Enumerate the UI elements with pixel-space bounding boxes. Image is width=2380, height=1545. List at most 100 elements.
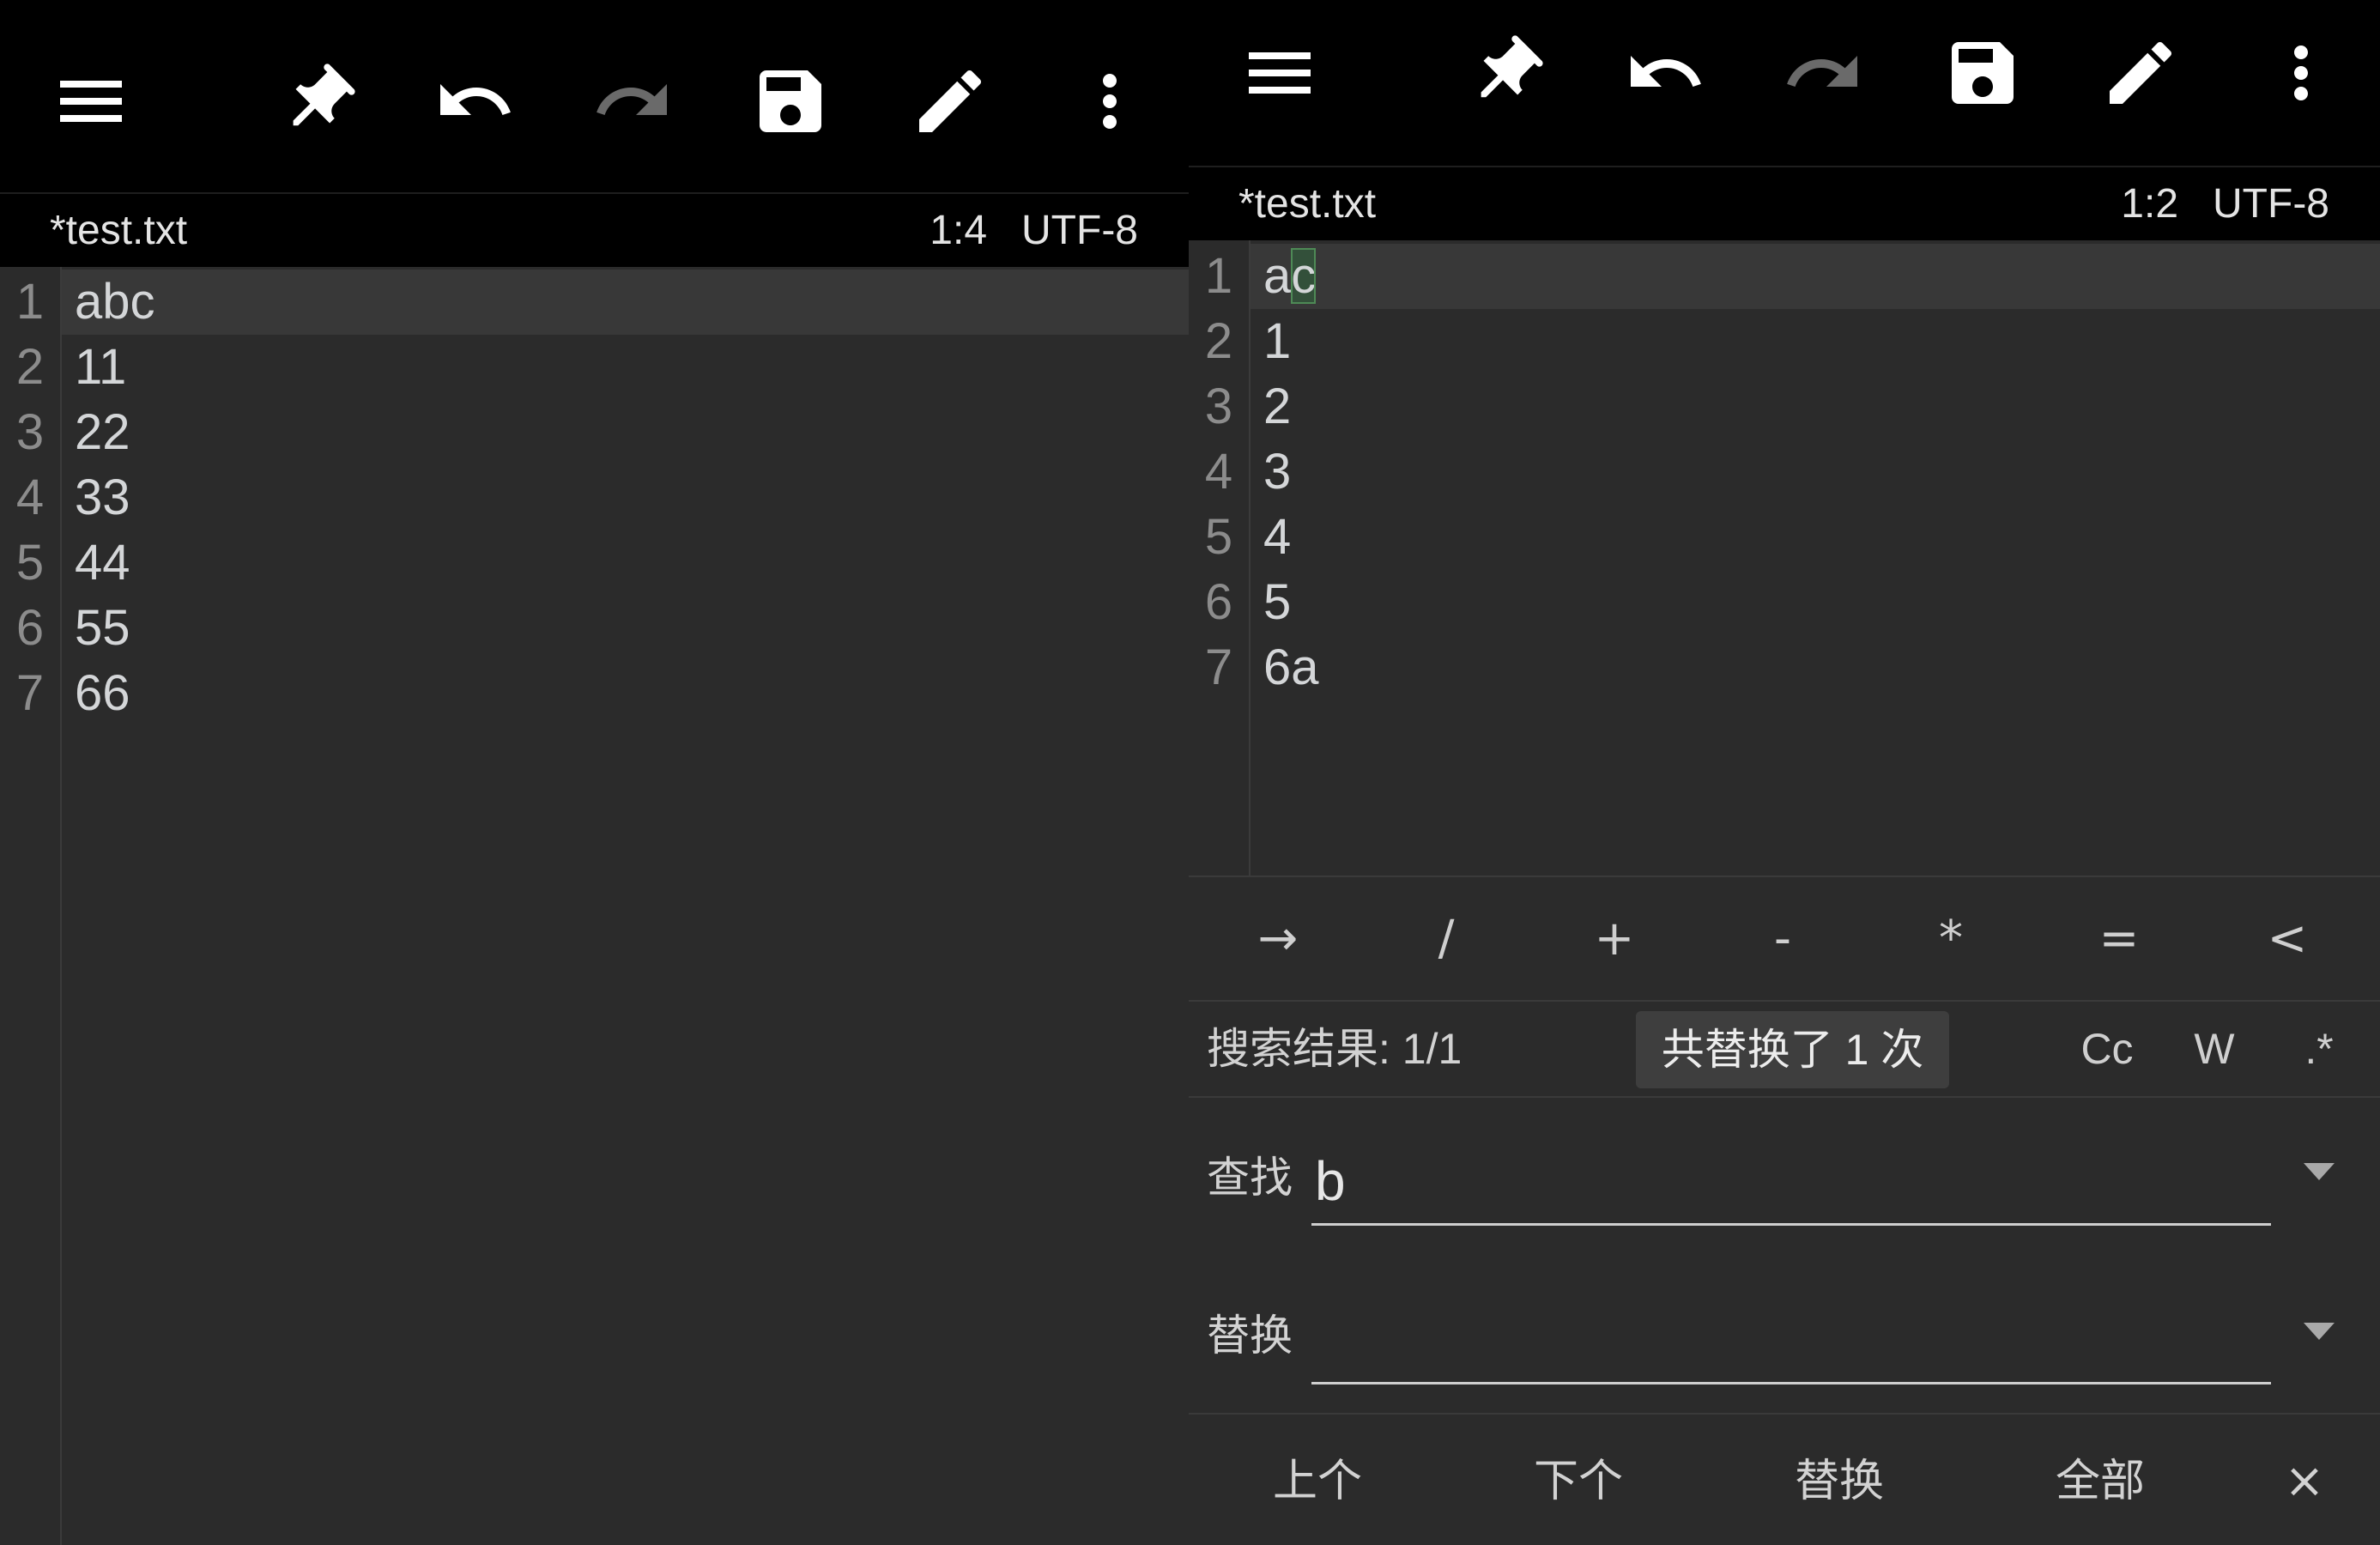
- editor-line[interactable]: 43: [1189, 439, 2380, 505]
- find-label: 查找: [1207, 1154, 1293, 1202]
- replace-input[interactable]: [1311, 1297, 2271, 1384]
- line-text[interactable]: 6a: [1263, 635, 1319, 700]
- editor-line[interactable]: 54: [1189, 505, 2380, 570]
- editor-line[interactable]: 21: [1189, 309, 2380, 374]
- line-text[interactable]: 1: [1263, 309, 1291, 374]
- symbol-bar: → / + - * = <: [1194, 877, 2371, 1000]
- editor-line[interactable]: 3 22: [0, 400, 1189, 465]
- symbol-key-equals[interactable]: =: [2035, 877, 2203, 1000]
- editor-pane-right: *test.txt 1:2 UTF-8 1 ac 21 32 43 54 65 7…: [1189, 0, 2380, 1545]
- regex-toggle[interactable]: .*: [2276, 1002, 2362, 1096]
- line-text[interactable]: abc: [75, 270, 155, 335]
- line-number: 7: [1204, 639, 1233, 695]
- editor-pane-left: *test.txt 1:4 UTF-8 1 abc 2 11 3 22 4 33 5 44…: [0, 0, 1189, 1545]
- redo-button[interactable]: [591, 60, 674, 142]
- text-editor[interactable]: 1 abc 2 11 3 22 4 33 5 44 6 55 7 66: [0, 267, 1189, 1545]
- more-vert-icon: [1069, 60, 1151, 142]
- pin-button[interactable]: [1464, 32, 1547, 114]
- more-vert-icon: [2260, 32, 2342, 114]
- line-text[interactable]: 33: [75, 465, 130, 530]
- editor-line[interactable]: 65: [1189, 570, 2380, 635]
- status-bar: *test.txt 1:2 UTF-8: [1189, 167, 2380, 240]
- close-search-button[interactable]: ×: [2262, 1418, 2347, 1545]
- dropdown-arrow-icon: [2304, 1323, 2335, 1340]
- edit-button[interactable]: [909, 60, 991, 142]
- edit-button[interactable]: [2099, 32, 2182, 114]
- line-number: 7: [15, 665, 45, 721]
- line-text[interactable]: 55: [75, 596, 130, 661]
- line-text[interactable]: 11: [75, 335, 126, 400]
- editor-line[interactable]: 1 abc: [0, 270, 1189, 335]
- replace-label: 替换: [1207, 1312, 1293, 1360]
- line-number: 2: [1204, 313, 1233, 369]
- menu-button[interactable]: [50, 60, 132, 142]
- more-options-button[interactable]: [1069, 60, 1151, 142]
- undo-icon: [433, 60, 516, 142]
- encoding-label[interactable]: UTF-8: [1021, 194, 1138, 267]
- save-icon: [749, 60, 832, 142]
- file-name[interactable]: *test.txt: [50, 194, 187, 267]
- text-editor[interactable]: 1 ac 21 32 43 54 65 7 6a: [1189, 240, 2380, 876]
- line-number: 5: [15, 535, 45, 591]
- line-number: 2: [15, 339, 45, 395]
- redo-button[interactable]: [1782, 32, 1864, 114]
- search-result-count: 搜索结果: 1/1: [1207, 1025, 1463, 1073]
- line-number: 4: [1204, 444, 1233, 500]
- line-text[interactable]: 44: [75, 530, 130, 596]
- symbol-key-asterisk[interactable]: *: [1867, 877, 2035, 1000]
- editor-line[interactable]: 1 ac: [1189, 244, 2380, 309]
- replace-toast: 共替换了 1 次: [1636, 1011, 1949, 1088]
- line-text[interactable]: 3: [1263, 439, 1291, 505]
- save-button[interactable]: [1941, 32, 2024, 114]
- line-text[interactable]: 4: [1263, 505, 1291, 570]
- whole-word-toggle[interactable]: W: [2171, 1002, 2257, 1096]
- editor-line[interactable]: 2 11: [0, 335, 1189, 400]
- editor-line[interactable]: 4 33: [0, 465, 1189, 530]
- save-button[interactable]: [749, 60, 832, 142]
- menu-button[interactable]: [1238, 32, 1321, 114]
- edit-icon: [2099, 32, 2182, 114]
- replace-history-dropdown[interactable]: [2285, 1306, 2353, 1357]
- replace-button[interactable]: 替换: [1736, 1418, 1942, 1545]
- symbol-key-minus[interactable]: -: [1699, 877, 1867, 1000]
- status-info: 1:4 UTF-8: [930, 194, 1138, 267]
- editor-line[interactable]: 7 66: [0, 661, 1189, 726]
- menu-icon: [1238, 32, 1321, 114]
- toolbar: [0, 0, 1189, 194]
- undo-icon: [1624, 32, 1706, 114]
- editor-line[interactable]: 7 6a: [1189, 635, 2380, 700]
- next-match-button[interactable]: 下个: [1475, 1418, 1681, 1545]
- line-number: 1: [15, 274, 45, 330]
- cursor-position[interactable]: 1:4: [930, 194, 987, 267]
- cursor-position[interactable]: 1:2: [2121, 167, 2178, 240]
- line-text[interactable]: 5: [1263, 570, 1291, 635]
- more-options-button[interactable]: [2260, 32, 2342, 114]
- toolbar: [1189, 0, 2380, 167]
- editor-line[interactable]: 6 55: [0, 596, 1189, 661]
- menu-icon: [50, 60, 132, 142]
- line-text[interactable]: 66: [75, 661, 130, 726]
- line-text[interactable]: ac: [1263, 244, 1317, 309]
- match-case-toggle[interactable]: Cc: [2064, 1002, 2150, 1096]
- find-input[interactable]: [1311, 1138, 2271, 1226]
- line-text[interactable]: 22: [75, 400, 130, 465]
- symbol-key-plus[interactable]: +: [1530, 877, 1699, 1000]
- symbol-key-less-than[interactable]: <: [2203, 877, 2371, 1000]
- replace-all-button[interactable]: 全部: [1997, 1418, 2203, 1545]
- encoding-label[interactable]: UTF-8: [2213, 167, 2329, 240]
- line-text[interactable]: 2: [1263, 374, 1291, 439]
- symbol-key-slash[interactable]: /: [1362, 877, 1530, 1000]
- editor-line[interactable]: 32: [1189, 374, 2380, 439]
- dropdown-arrow-icon: [2304, 1163, 2335, 1180]
- undo-button[interactable]: [433, 60, 516, 142]
- search-match-highlight: c: [1291, 248, 1317, 304]
- line-number: 5: [1204, 509, 1233, 565]
- symbol-key-tab-arrow[interactable]: →: [1194, 877, 1362, 1000]
- editor-line[interactable]: 5 44: [0, 530, 1189, 596]
- previous-match-button[interactable]: 上个: [1214, 1418, 1420, 1545]
- divider: [1189, 1413, 2380, 1415]
- pin-button[interactable]: [276, 60, 359, 142]
- undo-button[interactable]: [1624, 32, 1706, 114]
- find-history-dropdown[interactable]: [2285, 1146, 2353, 1197]
- file-name[interactable]: *test.txt: [1238, 167, 1376, 240]
